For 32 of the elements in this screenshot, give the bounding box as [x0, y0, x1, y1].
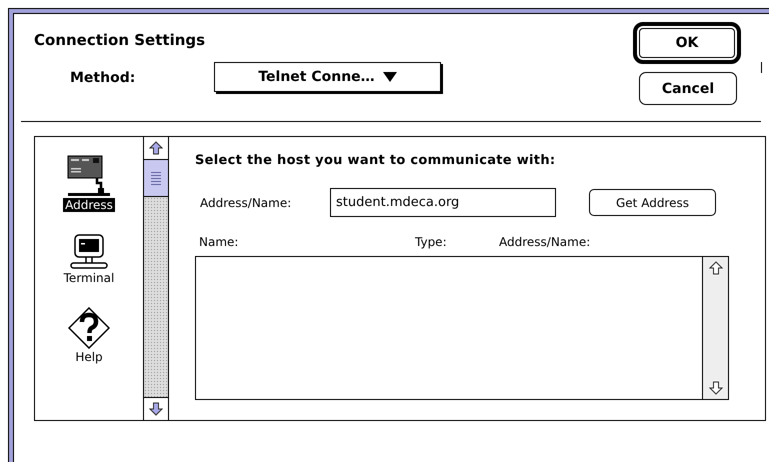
method-dropdown[interactable]: Telnet Conne…	[214, 62, 441, 92]
tool-label: Help	[74, 350, 104, 364]
column-header: Address/Name:	[499, 235, 590, 249]
ok-button[interactable]: OK	[633, 22, 741, 64]
caret-icon	[382, 72, 397, 82]
column-header: Type:	[415, 235, 447, 249]
instruction-heading: Select the host you want to communicate with:	[195, 153, 556, 168]
up-arrow-icon	[708, 261, 722, 275]
cancel-button[interactable]: Cancel	[639, 72, 737, 105]
scrollbar[interactable]	[702, 257, 728, 399]
down-arrow-icon	[149, 402, 163, 416]
up-arrow-icon	[149, 141, 163, 155]
host-list[interactable]	[195, 256, 729, 400]
tool-item[interactable]: Address	[63, 155, 115, 212]
tool-label: Address	[63, 198, 115, 212]
tool-item[interactable]: Help	[68, 307, 110, 364]
column-header: Name:	[199, 235, 238, 249]
down-arrow-icon	[708, 381, 722, 395]
address-label: Address/Name:	[199, 196, 292, 210]
scrollbar[interactable]	[143, 137, 168, 420]
dialog-title: Connection Settings	[34, 31, 206, 49]
scroll-up-button[interactable]	[144, 137, 168, 160]
help-icon	[68, 307, 110, 349]
tool-label: Terminal	[62, 271, 116, 285]
get-address-button[interactable]: Get Address	[589, 189, 716, 216]
computer-icon	[69, 234, 109, 270]
address-field[interactable]: student.mdeca.org	[330, 188, 556, 217]
network-box-icon	[66, 155, 111, 197]
method-label: Method:	[70, 70, 136, 86]
scroll-thumb[interactable]	[144, 160, 168, 197]
tool-item[interactable]: Terminal	[62, 234, 116, 285]
scroll-down-button[interactable]	[144, 397, 168, 420]
